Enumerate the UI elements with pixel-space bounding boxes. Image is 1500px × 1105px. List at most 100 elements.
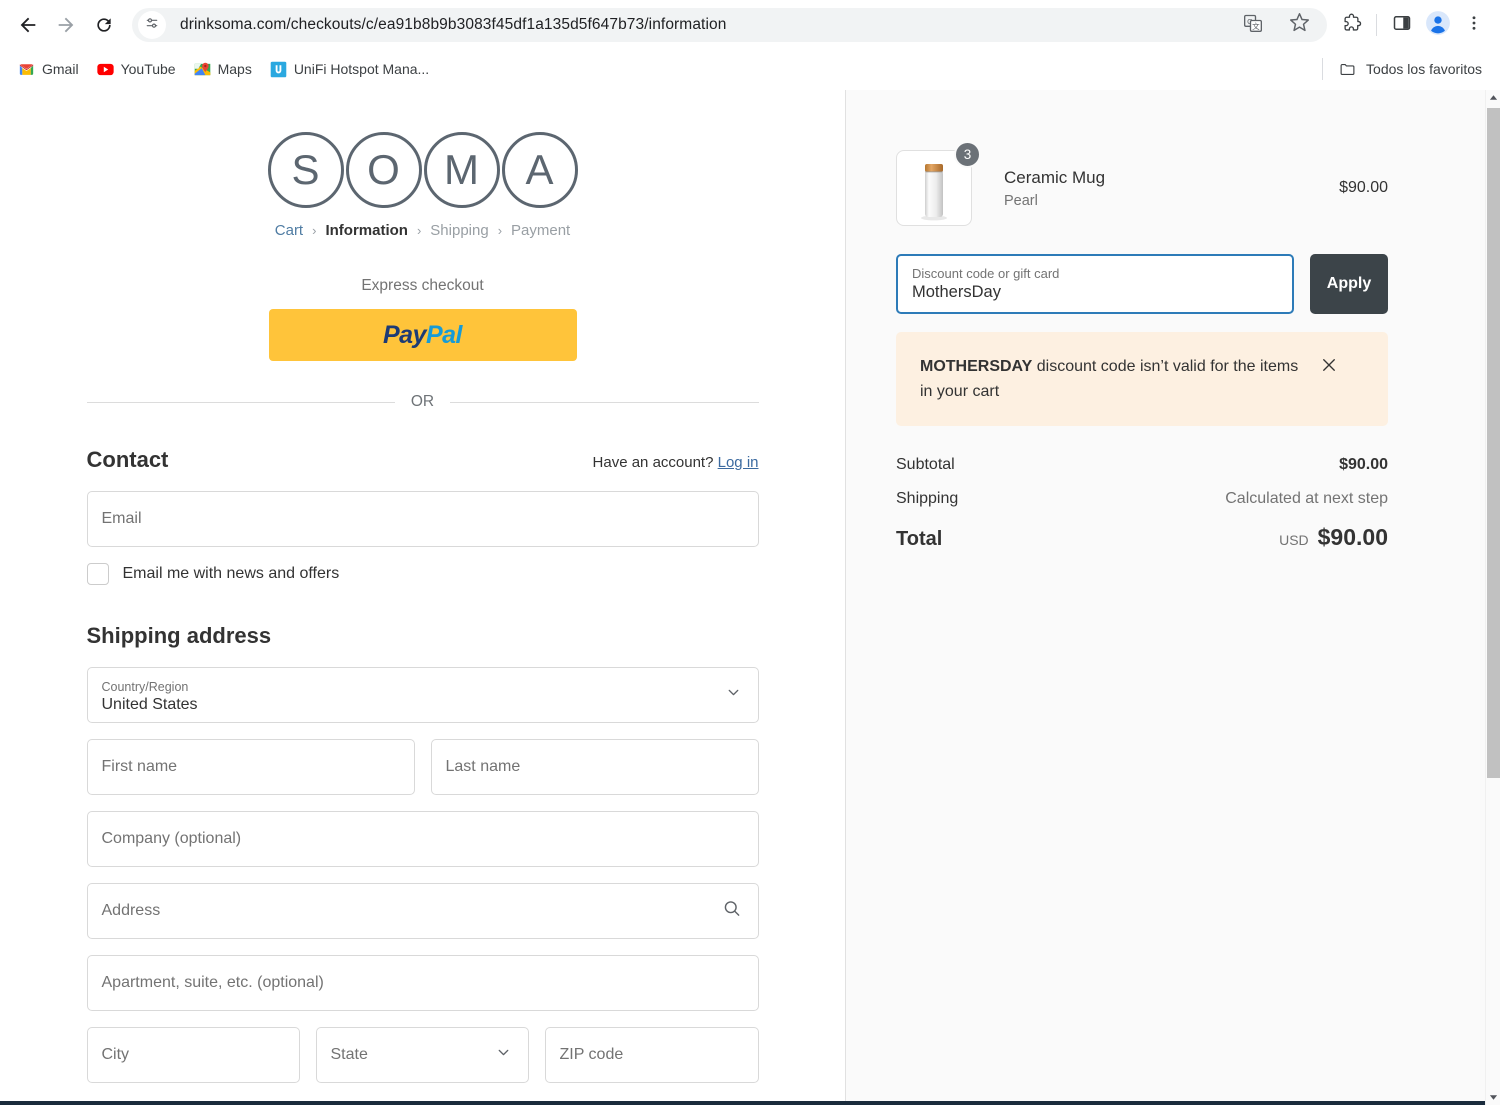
cart-line-item: 3 Ceramic Mug Pearl $90.00: [896, 141, 1388, 226]
email-placeholder: Email: [101, 510, 142, 527]
subtotal-value: $90.00: [1339, 456, 1388, 473]
bookmark-maps[interactable]: Maps: [186, 56, 260, 83]
search-icon[interactable]: [722, 899, 742, 924]
unifi-icon: [270, 61, 287, 78]
subtotal-label: Subtotal: [896, 456, 955, 473]
bookmark-gmail[interactable]: Gmail: [10, 56, 87, 83]
profile-button[interactable]: [1422, 9, 1454, 41]
contact-title: Contact: [86, 447, 169, 472]
forward-arrow-icon: [55, 14, 77, 36]
gmail-icon: [18, 61, 35, 78]
translate-icon: G 文: [1243, 13, 1263, 38]
subtotal-row: Subtotal $90.00: [896, 456, 1388, 474]
breadcrumb-information[interactable]: Information: [325, 222, 408, 239]
site-settings-button[interactable]: [138, 11, 166, 39]
close-x-icon: [1320, 359, 1338, 378]
address-placeholder: Address: [101, 902, 161, 919]
page-scrollbar[interactable]: [1485, 90, 1500, 1105]
last-name-placeholder: Last name: [445, 758, 521, 775]
all-bookmarks[interactable]: Todos los favoritos: [1322, 58, 1482, 80]
shipping-header: Shipping address: [87, 623, 759, 649]
taskbar-strip: [0, 1101, 1500, 1105]
discount-code-input[interactable]: Discount code or gift card MothersDay: [896, 254, 1294, 314]
order-summary-pane: 3 Ceramic Mug Pearl $90.00 Discount code…: [846, 90, 1500, 1105]
back-arrow-icon: [17, 14, 39, 36]
newsletter-checkbox-row[interactable]: Email me with news and offers: [86, 563, 759, 585]
paypal-text-pal: Pal: [425, 320, 463, 349]
logo-letter-s: S: [267, 132, 344, 208]
country-select[interactable]: Country/Region United States: [86, 667, 759, 723]
browser-menu-button[interactable]: [1458, 9, 1490, 41]
bookmark-label: Maps: [217, 61, 252, 77]
or-label: OR: [410, 393, 435, 410]
paypal-text-pay: Pay: [382, 320, 426, 349]
logo-letter-o: O: [345, 132, 422, 208]
svg-text:文: 文: [1252, 20, 1260, 30]
apply-discount-button[interactable]: Apply: [1310, 254, 1388, 314]
quantity-badge: 3: [954, 141, 981, 168]
discount-code-value: MothersDay: [912, 283, 1001, 301]
bookmark-unifi[interactable]: UniFi Hotspot Mana...: [262, 56, 437, 83]
checkout-form-pane: S O M A Cart › Information › Shipping › …: [0, 90, 846, 1105]
scroll-up-arrow-icon[interactable]: [1486, 90, 1500, 105]
email-field[interactable]: Email: [86, 491, 759, 547]
newsletter-checkbox[interactable]: [86, 563, 109, 585]
zip-field[interactable]: ZIP code: [544, 1027, 759, 1083]
reload-icon: [94, 15, 114, 35]
address-bar[interactable]: drinksoma.com/checkouts/c/ea91b8b9b3083f…: [132, 8, 1327, 42]
bookmark-button[interactable]: [1283, 9, 1315, 41]
shipping-value: Calculated at next step: [1225, 490, 1388, 507]
bookmark-youtube[interactable]: YouTube: [89, 56, 184, 83]
scroll-down-arrow-icon[interactable]: [1486, 1090, 1500, 1105]
account-prompt-text: Have an account?: [592, 454, 714, 471]
breadcrumb-separator: ›: [416, 223, 422, 238]
divider-line-left: [86, 401, 395, 403]
browser-toolbar: drinksoma.com/checkouts/c/ea91b8b9b3083f…: [0, 0, 1500, 50]
grand-total-row: Total USD $90.00: [896, 524, 1388, 551]
apartment-placeholder: Apartment, suite, etc. (optional): [101, 974, 324, 991]
zip-placeholder: ZIP code: [559, 1046, 624, 1063]
scrollbar-thumb[interactable]: [1487, 108, 1500, 778]
total-currency: USD: [1279, 532, 1309, 548]
express-checkout-label: Express checkout: [361, 277, 484, 294]
paypal-button[interactable]: PayPal: [268, 309, 577, 361]
side-panel-icon: [1392, 13, 1412, 38]
state-select[interactable]: State: [315, 1027, 529, 1083]
company-placeholder: Company (optional): [101, 830, 242, 847]
forward-button[interactable]: [48, 7, 84, 43]
contact-header: Contact Have an account? Log in: [87, 447, 759, 473]
breadcrumb-shipping: Shipping: [430, 222, 489, 239]
discount-code-label: Discount code or gift card: [912, 266, 1060, 281]
extensions-button[interactable]: [1335, 9, 1367, 41]
last-name-field[interactable]: Last name: [430, 739, 759, 795]
company-field[interactable]: Company (optional): [86, 811, 759, 867]
order-totals: Subtotal $90.00 Shipping Calculated at n…: [896, 456, 1388, 551]
login-link[interactable]: Log in: [718, 454, 759, 471]
first-name-placeholder: First name: [101, 758, 178, 775]
side-panel-button[interactable]: [1386, 9, 1418, 41]
address-field[interactable]: Address: [86, 883, 759, 939]
bookmark-label: Gmail: [42, 61, 79, 77]
back-button[interactable]: [10, 7, 46, 43]
total-label: Total: [896, 528, 943, 550]
translate-button[interactable]: G 文: [1237, 9, 1269, 41]
apartment-field[interactable]: Apartment, suite, etc. (optional): [86, 955, 759, 1011]
bookmarks-bar: Gmail YouTube Maps UniFi Hotspot Mana...: [0, 50, 1500, 88]
soma-logo[interactable]: S O M A: [87, 132, 759, 208]
google-maps-icon: [194, 61, 211, 78]
extensions-puzzle-icon: [1341, 12, 1362, 38]
checkout-page: S O M A Cart › Information › Shipping › …: [0, 90, 1500, 1105]
logo-letter-a: A: [501, 132, 578, 208]
discount-row: Discount code or gift card MothersDay Ap…: [896, 254, 1388, 314]
dismiss-error-button[interactable]: [1320, 356, 1338, 379]
breadcrumb-cart[interactable]: Cart: [275, 222, 303, 239]
city-placeholder: City: [101, 1046, 130, 1063]
toolbar-divider: [1376, 14, 1377, 36]
reload-button[interactable]: [86, 7, 122, 43]
first-name-field[interactable]: First name: [86, 739, 415, 795]
total-value: $90.00: [1317, 524, 1388, 550]
bookmark-label: UniFi Hotspot Mana...: [293, 61, 430, 77]
shipping-row: Shipping Calculated at next step: [896, 490, 1388, 508]
city-field[interactable]: City: [86, 1027, 300, 1083]
browser-chrome: drinksoma.com/checkouts/c/ea91b8b9b3083f…: [0, 0, 1500, 90]
